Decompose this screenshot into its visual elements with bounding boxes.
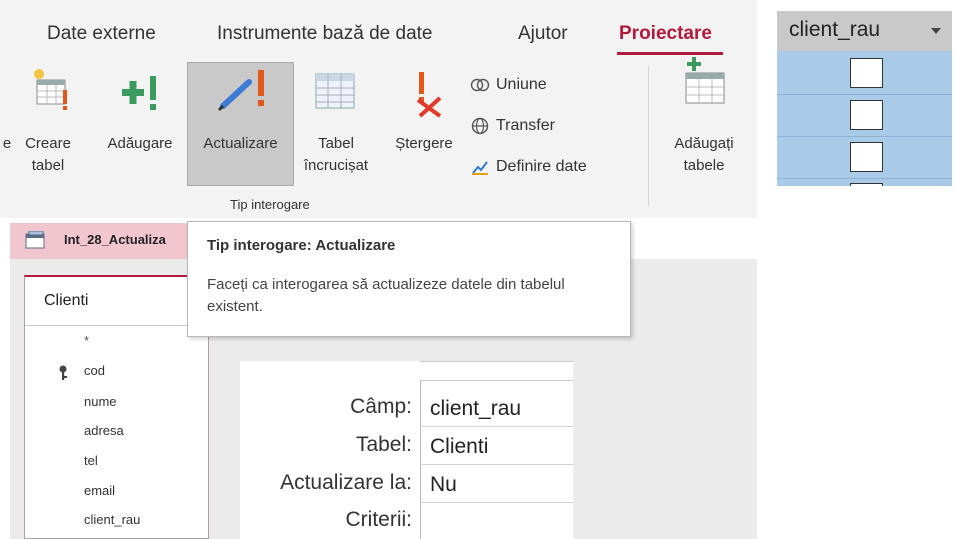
- field-nume[interactable]: nume: [84, 394, 117, 409]
- update-pencil-icon: [217, 70, 264, 112]
- query-object-icon: [25, 231, 45, 249]
- table-field-list[interactable]: Clienti * cod nume adresa tel email clie…: [24, 275, 209, 539]
- delete-x-icon: [416, 72, 442, 118]
- append-label: Adăugare: [107, 135, 173, 152]
- field-all-columns[interactable]: *: [84, 333, 89, 348]
- crosstab-label-2: încrucișat: [303, 157, 369, 174]
- union-label: Uniune: [496, 76, 547, 94]
- query-type-group-label: Tip interogare: [230, 197, 310, 212]
- union-button[interactable]: Uniune: [470, 76, 547, 94]
- union-icon: [470, 76, 490, 94]
- tooltip-title: Tip interogare: Actualizare: [207, 237, 396, 254]
- checkbox-row-3[interactable]: [850, 142, 883, 172]
- crosstab-table-icon: [315, 73, 355, 109]
- field-tel[interactable]: tel: [84, 453, 98, 468]
- primary-key-icon: [59, 365, 67, 380]
- grid-row-divider: [420, 464, 573, 465]
- datasheet-row-divider: [777, 94, 952, 95]
- dropdown-arrow-icon[interactable]: [931, 28, 941, 34]
- grid-row-divider: [420, 502, 573, 503]
- update-label: Actualizare: [203, 135, 278, 152]
- tab-date-externe[interactable]: Date externe: [47, 23, 156, 45]
- field-list-divider: [25, 325, 208, 326]
- crosstab-button[interactable]: Tabel încrucișat: [292, 66, 380, 186]
- checkbox-row-2[interactable]: [850, 100, 883, 130]
- checkbox-row-4-partial[interactable]: [850, 183, 883, 186]
- data-definition-button[interactable]: Definire date: [470, 158, 587, 176]
- grid-cell-field[interactable]: client_rau: [430, 397, 521, 421]
- add-tables-icon: [685, 57, 725, 104]
- passthrough-button[interactable]: Transfer: [470, 117, 555, 135]
- new-table-icon: [34, 69, 67, 110]
- grid-row-divider: [420, 426, 573, 427]
- row-label-field: Câmp:: [350, 395, 412, 418]
- row-label-table: Tabel:: [355, 433, 412, 456]
- append-button[interactable]: Adăugare: [94, 66, 186, 186]
- row-label-criteria: Criterii:: [345, 508, 413, 531]
- grid-cell-table[interactable]: Clienti: [430, 435, 488, 459]
- datasheet-row-divider: [777, 178, 952, 179]
- row-label-update-to: Actualizare la:: [280, 471, 412, 494]
- ribbon: Date externe Instrumente bază de date Aj…: [0, 0, 757, 218]
- crosstab-label-1: Tabel: [318, 135, 354, 152]
- create-table-button[interactable]: Creare tabel: [11, 66, 85, 186]
- data-definition-label: Definire date: [496, 158, 587, 176]
- passthrough-label: Transfer: [496, 117, 555, 135]
- delete-button[interactable]: Ștergere: [384, 66, 464, 186]
- add-tables-label-2: tabele: [683, 157, 725, 174]
- column-selector-bar[interactable]: [420, 361, 573, 381]
- column-header[interactable]: client_rau: [777, 11, 952, 51]
- add-tables-label-1: Adăugați: [674, 135, 734, 152]
- field-list-table-name: Clienti: [44, 292, 89, 309]
- tab-ajutor[interactable]: Ajutor: [518, 23, 568, 45]
- datasheet-row-divider: [777, 136, 952, 137]
- tab-proiectare[interactable]: Proiectare: [619, 23, 712, 45]
- create-table-label-2: tabel: [31, 157, 65, 174]
- datasheet-preview: client_rau: [777, 11, 952, 186]
- data-definition-icon: [470, 158, 490, 176]
- field-email[interactable]: email: [84, 483, 115, 498]
- field-cod[interactable]: cod: [84, 363, 105, 378]
- tooltip-body: Faceți ca interogarea să actualizeze dat…: [207, 276, 565, 315]
- append-plus-icon: [122, 76, 156, 110]
- field-adresa[interactable]: adresa: [84, 423, 124, 438]
- document-tab[interactable]: Int_28_Actualiza: [10, 223, 187, 259]
- create-table-label-1: Creare: [25, 135, 71, 152]
- tab-instrumente-baza-de-date[interactable]: Instrumente bază de date: [217, 23, 432, 45]
- document-tab-title: Int_28_Actualiza: [64, 232, 166, 247]
- update-tooltip: Tip interogare: Actualizare Faceți ca in…: [187, 221, 631, 337]
- query-design-grid: Câmp: client_rau Tabel: Clienti Actualiz…: [240, 361, 573, 539]
- grid-cell-update-to[interactable]: Nu: [430, 473, 457, 497]
- delete-label: Ștergere: [395, 135, 453, 152]
- add-tables-button[interactable]: Adăugați tabele: [651, 56, 757, 186]
- active-tab-underline: [617, 52, 723, 55]
- checkbox-row-1[interactable]: [850, 58, 883, 88]
- field-client-rau[interactable]: client_rau: [84, 512, 140, 527]
- column-header-label: client_rau: [789, 18, 881, 41]
- globe-icon: [470, 117, 490, 135]
- update-button[interactable]: Actualizare: [187, 66, 294, 186]
- ribbon-group-separator: [648, 66, 649, 206]
